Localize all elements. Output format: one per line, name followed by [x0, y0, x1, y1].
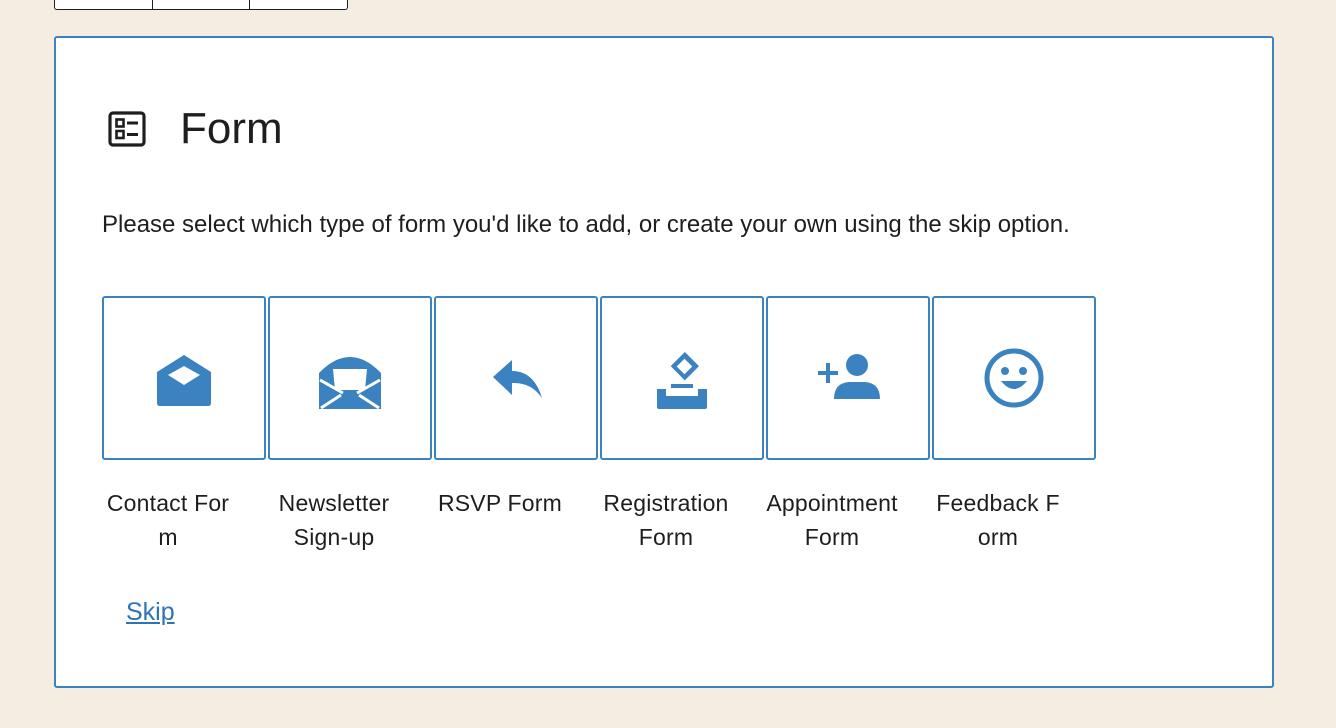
smiley-face-icon: [984, 348, 1044, 408]
variation-newsletter-signup[interactable]: Newsletter Sign-up: [268, 296, 432, 554]
form-variations-list: Contact Form Newsletter Sign-up RSVP For…: [102, 296, 1096, 554]
variation-rsvp-form[interactable]: RSVP Form: [434, 296, 598, 554]
placeholder-title: Form: [180, 104, 283, 153]
variation-label: Contact Form: [106, 490, 230, 550]
placeholder-label: Form: [108, 104, 283, 154]
reply-arrow-icon: [493, 360, 542, 398]
toolbar-segment[interactable]: [153, 0, 251, 9]
variation-contact-form[interactable]: Contact Form: [102, 296, 266, 554]
registration-form-button[interactable]: [600, 296, 764, 460]
open-envelope-icon: [157, 355, 211, 406]
ballot-box-icon: [657, 352, 707, 409]
skip-link[interactable]: Skip: [126, 596, 175, 628]
variation-feedback-form[interactable]: Feedback Form: [932, 296, 1096, 554]
envelope-letter-icon: [319, 357, 381, 410]
appointment-form-button[interactable]: [766, 296, 930, 460]
variation-label: Appointment Form: [766, 490, 898, 550]
contact-form-button[interactable]: [102, 296, 266, 460]
variation-appointment-form[interactable]: Appointment Form: [766, 296, 930, 554]
variation-registration-form[interactable]: Registration Form: [600, 296, 764, 554]
placeholder-instructions: Please select which type of form you'd l…: [102, 211, 1070, 238]
variation-label: RSVP Form: [437, 490, 563, 516]
variation-label: Newsletter Sign-up: [278, 490, 390, 550]
variation-label: Registration Form: [603, 490, 729, 550]
feedback-form-button[interactable]: [932, 296, 1096, 460]
block-toolbar[interactable]: [54, 0, 348, 10]
toolbar-segment[interactable]: [55, 0, 153, 9]
variation-label: Feedback Form: [936, 490, 1060, 550]
add-person-icon: [818, 354, 880, 399]
form-block-placeholder: Form Please select which type of form yo…: [54, 36, 1274, 688]
rsvp-form-button[interactable]: [434, 296, 598, 460]
toolbar-segment[interactable]: [250, 0, 347, 9]
newsletter-signup-button[interactable]: [268, 296, 432, 460]
form-block-icon: [108, 111, 146, 147]
